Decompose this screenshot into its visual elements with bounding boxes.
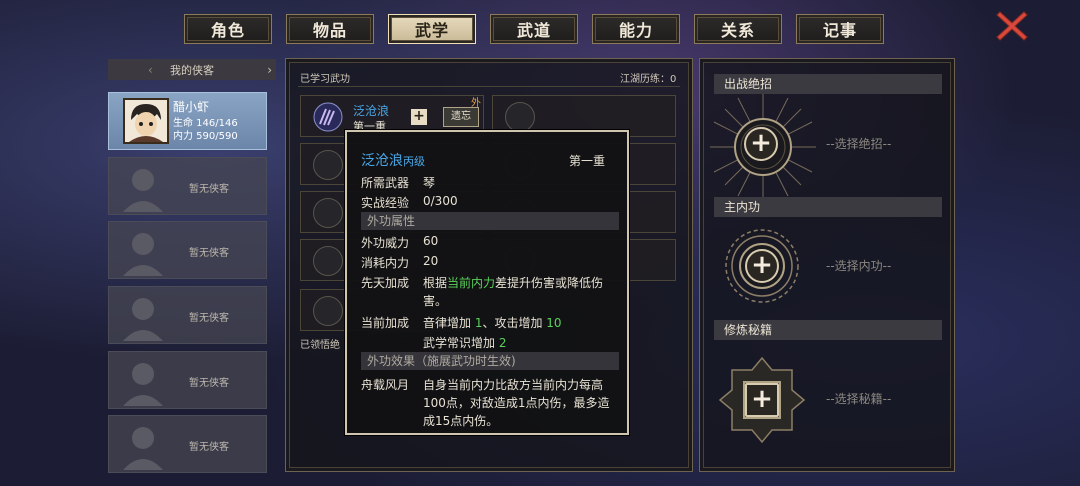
secret-header: 修炼秘籍 xyxy=(714,320,942,340)
empty-slot-label: 暂无侠客 xyxy=(189,184,229,195)
power-value: 60 xyxy=(423,234,439,248)
choose-secret-label[interactable]: --选择秘籍-- xyxy=(826,390,891,407)
inner-header: 主内功 xyxy=(714,197,942,217)
weapon-value: 琴 xyxy=(423,176,436,190)
effect-line-3: 成15点内伤。 xyxy=(423,414,499,428)
tab-relations[interactable]: 关系 xyxy=(694,14,782,44)
hero-avatar xyxy=(123,98,169,144)
effect-line-2: 100点，对敌造成1点内伤，最多造 xyxy=(423,396,610,410)
tab-martial-arts[interactable]: 武学 xyxy=(388,14,476,44)
silhouette-icon xyxy=(123,427,163,470)
add-ultimate-button[interactable]: + xyxy=(744,127,778,161)
upgrade-plus-icon[interactable]: + xyxy=(411,109,427,125)
innate-label: 先天加成 xyxy=(361,276,410,290)
close-icon[interactable] xyxy=(994,8,1030,44)
skill-name: 泛沧浪 xyxy=(353,104,390,118)
exp-value: 0/300 xyxy=(423,194,458,208)
hero-card-selected[interactable]: 醋小虾 生命 146/146 内力 590/590 xyxy=(108,92,267,150)
external-badge: 外 xyxy=(471,98,481,109)
innate-text: 根据当前内力差提升伤害或降低伤 xyxy=(423,276,604,290)
tab-items[interactable]: 物品 xyxy=(286,14,374,44)
hero-card-empty[interactable]: 暂无侠客 xyxy=(108,286,267,344)
hero-card-empty[interactable]: 暂无侠客 xyxy=(108,157,267,215)
forget-button[interactable]: 遗忘 xyxy=(443,107,479,127)
wave-skill-icon xyxy=(313,102,343,132)
silhouette-icon xyxy=(123,363,163,406)
silhouette-icon xyxy=(123,298,163,341)
empty-slot-label: 暂无侠客 xyxy=(189,442,229,453)
empty-slot-label: 暂无侠客 xyxy=(189,248,229,259)
tab-martial-way[interactable]: 武道 xyxy=(490,14,578,44)
tab-character[interactable]: 角色 xyxy=(184,14,272,44)
cost-value: 20 xyxy=(423,254,439,268)
add-secret-button[interactable]: + xyxy=(745,383,779,417)
silhouette-icon xyxy=(123,169,163,212)
hero-card-empty[interactable]: 暂无侠客 xyxy=(108,415,267,473)
choose-inner-label[interactable]: --选择内功-- xyxy=(826,257,891,274)
innate-text-2: 害。 xyxy=(423,294,448,308)
learned-title: 已学习武功 xyxy=(300,74,350,85)
tooltip-grade: 丙级 xyxy=(403,155,425,168)
my-heroes-header: ‹ 我的侠客 › xyxy=(108,59,276,80)
tab-abilities[interactable]: 能力 xyxy=(592,14,680,44)
skill-tooltip: 泛沧浪丙级 第一重 所需武器 琴 实战经验 0/300 外功属性 外功威力 60… xyxy=(345,130,629,435)
weapon-label: 所需武器 xyxy=(361,176,410,190)
hero-card-empty[interactable]: 暂无侠客 xyxy=(108,221,267,279)
jianghu-exp: 江湖历练：0 xyxy=(620,74,677,85)
effect-label: 舟载风月 xyxy=(361,378,410,392)
tooltip-skill-name: 泛沧浪丙级 xyxy=(361,153,425,169)
effect-section-header: 外功效果（施展武功时生效) xyxy=(361,352,619,370)
silhouette-icon xyxy=(123,233,163,276)
my-heroes-title: 我的侠客 xyxy=(170,63,214,77)
cost-label: 消耗内力 xyxy=(361,256,410,270)
chevron-right-icon[interactable]: › xyxy=(267,63,272,77)
bonus-line-2: 武学常识增加 2 xyxy=(423,336,507,350)
attr-section-header: 外功属性 xyxy=(361,212,619,230)
hero-mp: 内力 590/590 xyxy=(173,131,238,142)
comprehended-title: 已领悟绝 xyxy=(300,340,340,351)
hero-name: 醋小虾 xyxy=(173,100,210,114)
bonus-line-1: 音律增加 1、攻击增加 10 xyxy=(423,316,562,330)
tooltip-level: 第一重 xyxy=(569,154,606,168)
ultimate-header: 出战绝招 xyxy=(714,74,942,94)
choose-ultimate-label[interactable]: --选择绝招-- xyxy=(826,135,891,152)
power-label: 外功威力 xyxy=(361,236,410,250)
chevron-left-icon[interactable]: ‹ xyxy=(148,63,153,77)
hero-card-empty[interactable]: 暂无侠客 xyxy=(108,351,267,409)
empty-slot-label: 暂无侠客 xyxy=(189,313,229,324)
add-inner-button[interactable]: + xyxy=(745,249,779,283)
effect-line-1: 自身当前内力比敌方当前内力每高 xyxy=(423,378,604,392)
exp-label: 实战经验 xyxy=(361,196,410,210)
empty-slot-label: 暂无侠客 xyxy=(189,378,229,389)
bonus-label: 当前加成 xyxy=(361,316,410,330)
tab-journal[interactable]: 记事 xyxy=(796,14,884,44)
